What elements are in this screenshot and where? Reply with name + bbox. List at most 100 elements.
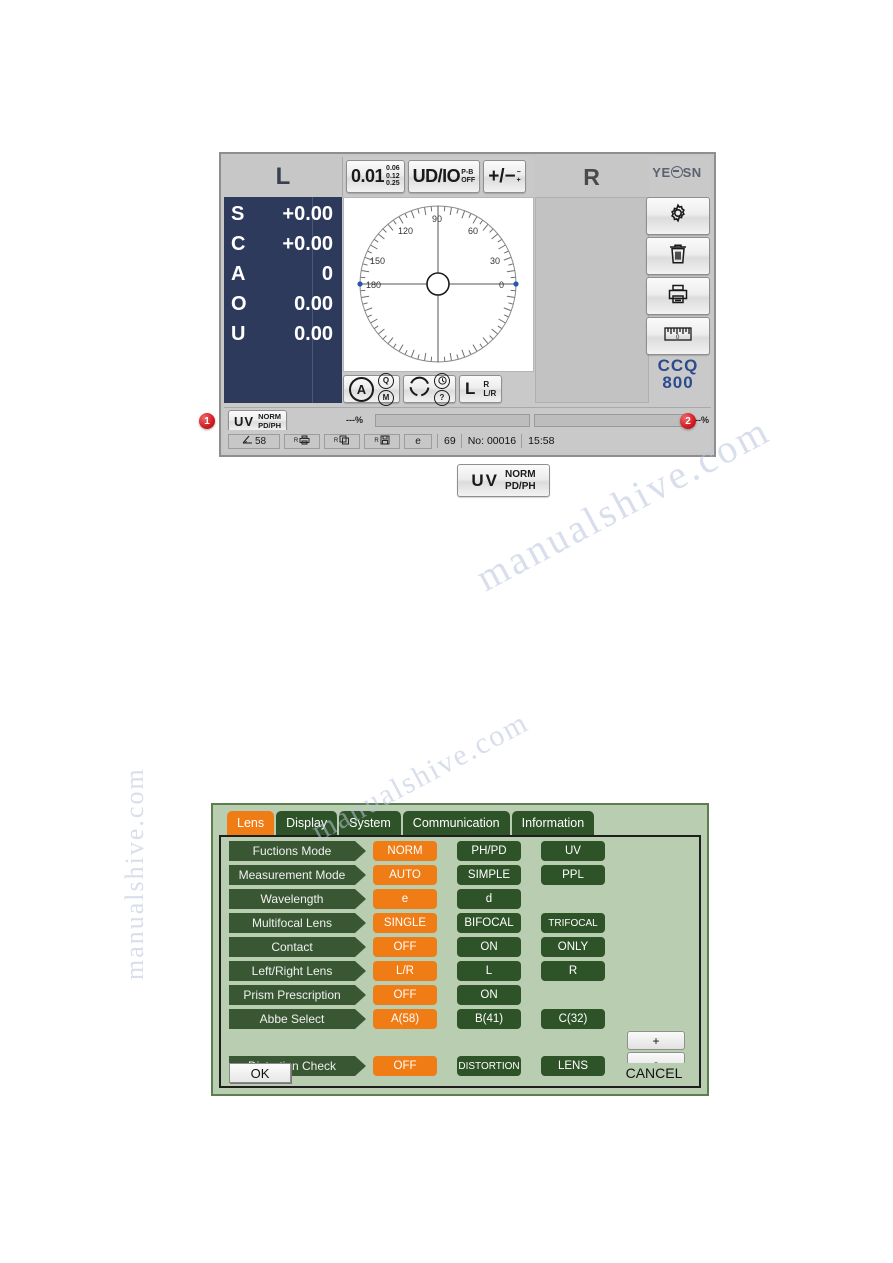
callout-marker-2: 2 — [680, 413, 696, 429]
model-line-1: CCQ — [657, 356, 699, 375]
callout-marker-1: 1 — [199, 413, 215, 429]
delete-button[interactable] — [646, 237, 710, 275]
step-button-value: 0.01 — [351, 166, 385, 186]
uv-mode-button-callout[interactable]: UV NORM PD/PH — [457, 464, 550, 497]
tab-communication[interactable]: Communication — [402, 811, 510, 835]
plus-minus-label: +/− — [488, 165, 516, 187]
auto-mode-button[interactable]: A Q M — [343, 372, 400, 406]
option-on[interactable]: ON — [457, 937, 521, 957]
angle-status-cell[interactable]: 58 — [228, 433, 280, 449]
copy-status-cell[interactable]: R — [324, 433, 360, 449]
measurement-value: 0 — [321, 262, 333, 285]
option-e[interactable]: e — [373, 889, 437, 909]
option-off[interactable]: OFF — [373, 1056, 437, 1076]
option-norm[interactable]: NORM — [373, 841, 437, 861]
option-phpd[interactable]: PH/PD — [457, 841, 521, 861]
protractor-svg: 90 60 30 0 120 150 180 — [357, 205, 519, 363]
setting-label: Contact — [229, 937, 366, 957]
left-right-button[interactable]: L R L/R — [459, 375, 503, 403]
setting-label: Fuctions Mode — [229, 841, 366, 861]
udio-button-modes: P-B OFF — [461, 169, 475, 185]
measurement-value: +0.00 — [282, 202, 333, 225]
option-a58[interactable]: A(58) — [373, 1009, 437, 1029]
plus-minus-button[interactable]: +/− − + — [483, 160, 526, 193]
device-header: L 0.01 0.06 0.12 0.25 UD/IO P-B OFF +/− — [224, 157, 711, 197]
option-only[interactable]: ONLY — [541, 937, 605, 957]
tab-information[interactable]: Information — [511, 811, 595, 835]
record-number: No: 00016 — [467, 435, 517, 447]
setting-row-fuctions-mode: Fuctions Mode NORM PH/PD UV — [221, 840, 699, 863]
option-l[interactable]: L — [457, 961, 521, 981]
ok-button[interactable]: OK — [229, 1063, 291, 1083]
lens-shape-button[interactable]: ? — [403, 372, 456, 406]
step-button[interactable]: 0.01 0.06 0.12 0.25 — [346, 160, 405, 193]
setting-row-measurement-mode: Measurement Mode AUTO SIMPLE PPL — [221, 864, 699, 887]
udio-button[interactable]: UD/IO P-B OFF — [407, 160, 481, 193]
measurement-row-s: S +0.00 — [224, 201, 342, 227]
settings-button[interactable] — [646, 197, 710, 235]
option-c32[interactable]: C(32) — [541, 1009, 605, 1029]
option-off[interactable]: OFF — [373, 985, 437, 1005]
quick-manual-toggle[interactable]: Q M — [378, 372, 394, 406]
protractor-display[interactable]: 90 60 30 0 120 150 180 — [343, 197, 534, 372]
measure-button[interactable]: 0 — [646, 317, 710, 355]
uv-mode-button[interactable]: UV NORM PD/PH — [228, 410, 287, 432]
option-r[interactable]: R — [541, 961, 605, 981]
setting-row-left-right-lens: Left/Right Lens L/R L R — [221, 960, 699, 983]
device-screen-inner: L 0.01 0.06 0.12 0.25 UD/IO P-B OFF +/− — [224, 157, 711, 452]
uv-callout-norm: NORM — [505, 468, 536, 480]
plus-minus-sup: − — [516, 168, 521, 176]
printer-icon — [666, 283, 690, 310]
settings-panel: Fuctions Mode NORM PH/PD UV Measurement … — [219, 835, 701, 1088]
option-lens[interactable]: LENS — [541, 1056, 605, 1076]
tab-system[interactable]: System — [339, 811, 401, 835]
timer-help-toggle[interactable]: ? — [434, 372, 450, 406]
print-button[interactable] — [646, 277, 710, 315]
option-lr[interactable]: L/R — [373, 961, 437, 981]
save-status-cell[interactable]: R — [364, 433, 400, 449]
option-simple[interactable]: SIMPLE — [457, 865, 521, 885]
dialog-body: Lens Display System Communication Inform… — [219, 811, 701, 1088]
watermark-text: manualshive.com — [120, 767, 149, 980]
gear-icon — [666, 202, 690, 231]
option-trifocal[interactable]: TRIFOCAL — [541, 913, 605, 933]
step-button-options: 0.06 0.12 0.25 — [386, 165, 400, 188]
save-status-prefix: R — [374, 438, 379, 444]
measurement-value: +0.00 — [282, 232, 333, 255]
increment-button[interactable]: + — [627, 1031, 685, 1050]
uv-callout-pdph: PD/PH — [505, 480, 536, 492]
tab-display[interactable]: Display — [276, 811, 338, 835]
option-uv[interactable]: UV — [541, 841, 605, 861]
measurement-row-c: C +0.00 — [224, 231, 342, 257]
option-on[interactable]: ON — [457, 985, 521, 1005]
clock-time: 15:58 — [528, 435, 555, 447]
protractor-label-150: 150 — [370, 256, 385, 266]
option-ppl[interactable]: PPL — [541, 865, 605, 885]
protractor-label-60: 60 — [468, 226, 478, 236]
option-off[interactable]: OFF — [373, 937, 437, 957]
setting-row-contact: Contact OFF ON ONLY — [221, 936, 699, 959]
option-auto[interactable]: AUTO — [373, 865, 437, 885]
print-status-cell[interactable]: R — [284, 433, 320, 449]
option-bifocal[interactable]: BIFOCAL — [457, 913, 521, 933]
lr-mode-labels: R L/R — [483, 380, 496, 398]
measurement-value: 0.00 — [294, 322, 333, 345]
brand-logo: YE SN — [645, 165, 709, 180]
option-d[interactable]: d — [457, 889, 521, 909]
lr-sub: L/R — [483, 389, 497, 398]
option-distortion[interactable]: DISTORTION — [457, 1056, 521, 1076]
copy-status-prefix: R — [333, 438, 339, 444]
plus-minus-modes: − + — [517, 169, 521, 185]
cancel-button[interactable]: CANCEL — [615, 1063, 693, 1083]
option-b41[interactable]: B(41) — [457, 1009, 521, 1029]
udio-sup: P-B — [461, 168, 474, 176]
measurement-row-a: A 0 — [224, 261, 342, 287]
tab-lens[interactable]: Lens — [227, 811, 275, 835]
measurement-key: O — [231, 292, 247, 315]
lr-main-label: L — [465, 379, 476, 398]
printer-small-icon — [299, 435, 310, 448]
euro-status-cell[interactable]: e — [404, 433, 432, 449]
udio-sub: OFF — [461, 176, 476, 184]
option-single[interactable]: SINGLE — [373, 913, 437, 933]
setting-row-multifocal-lens: Multifocal Lens SINGLE BIFOCAL TRIFOCAL — [221, 912, 699, 935]
